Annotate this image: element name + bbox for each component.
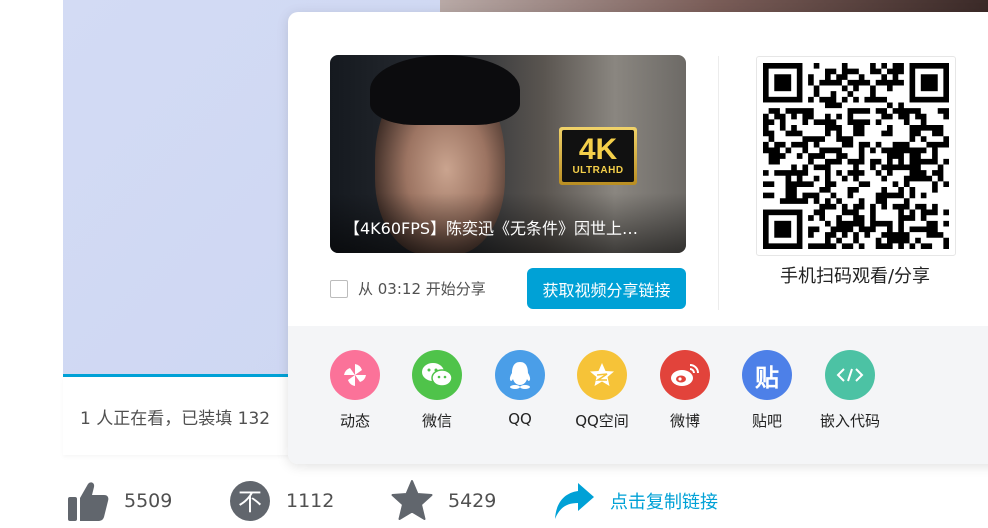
embed-code-icon[interactable] <box>825 350 875 400</box>
favorite-button[interactable]: 5429 <box>390 478 496 524</box>
4k-ultrahd-badge: 4K ULTRAHD <box>559 127 637 185</box>
vertical-divider <box>718 56 719 310</box>
qr-label: 手机扫码观看/分享 <box>779 266 931 287</box>
share-embed-code-label: 嵌入代码 <box>819 412 880 430</box>
coin-button[interactable]: 不 1112 <box>228 478 334 524</box>
share-wechat[interactable]: 微信 <box>392 350 482 440</box>
coin-icon: 不 <box>230 481 270 521</box>
start-time-checkbox[interactable] <box>330 280 348 298</box>
thumbnail-hair <box>370 55 520 125</box>
like-count: 5509 <box>124 490 173 512</box>
start-time-label[interactable]: 从 03:12 开始分享 <box>358 278 486 299</box>
share-qq[interactable]: QQ <box>475 350 565 440</box>
tieba-icon[interactable]: 贴 <box>742 350 792 400</box>
dynamic-icon[interactable] <box>330 350 380 400</box>
star-icon <box>391 480 433 520</box>
copy-link-button[interactable]: 点击复制链接 <box>552 478 718 524</box>
share-arrow-icon <box>555 483 594 519</box>
viewer-count-text: 1 人正在看，已装填 132 <box>80 409 271 429</box>
qq-icon[interactable] <box>495 350 545 400</box>
thumbs-up-icon <box>68 482 109 521</box>
qr-code-icon <box>763 63 949 249</box>
share-tieba-label: 贴吧 <box>751 412 782 430</box>
wechat-icon[interactable] <box>412 350 462 400</box>
share-dynamic-label: 动态 <box>339 412 370 430</box>
share-weibo-label: 微博 <box>669 412 700 430</box>
share-qzone-label: QQ空间 <box>575 412 629 430</box>
share-tieba[interactable]: 贴 贴吧 <box>722 350 812 440</box>
badge-ultrahd-text: ULTRAHD <box>572 165 624 176</box>
share-panel: 4K ULTRAHD 【4K60FPS】陈奕迅《无条件》因世上… 从 03:12… <box>288 12 988 464</box>
favorite-count: 5429 <box>448 490 497 512</box>
qzone-icon[interactable] <box>577 350 627 400</box>
share-embed-code[interactable]: 嵌入代码 <box>805 350 895 440</box>
share-qzone[interactable]: QQ空间 <box>557 350 647 440</box>
share-wechat-label: 微信 <box>421 412 452 430</box>
share-qq-label: QQ <box>508 410 532 428</box>
share-weibo[interactable]: 微博 <box>640 350 730 440</box>
share-dynamic[interactable]: 动态 <box>310 350 400 440</box>
video-thumbnail[interactable]: 4K ULTRAHD 【4K60FPS】陈奕迅《无条件》因世上… <box>330 55 686 253</box>
weibo-icon[interactable] <box>660 350 710 400</box>
thumbnail-title: 【4K60FPS】陈奕迅《无条件》因世上… <box>344 219 639 238</box>
badge-4k-text: 4K <box>578 133 618 166</box>
svg-text:不: 不 <box>238 488 262 516</box>
coin-count: 1112 <box>286 490 335 512</box>
share-targets-bar: 动态 微信 QQ QQ空间 微博 贴 贴吧 嵌入代码 <box>288 326 988 464</box>
like-button[interactable]: 5509 <box>66 478 172 524</box>
qr-code <box>756 56 956 256</box>
copy-link-label: 点击复制链接 <box>610 492 718 513</box>
get-share-link-button[interactable]: 获取视频分享链接 <box>527 268 686 309</box>
